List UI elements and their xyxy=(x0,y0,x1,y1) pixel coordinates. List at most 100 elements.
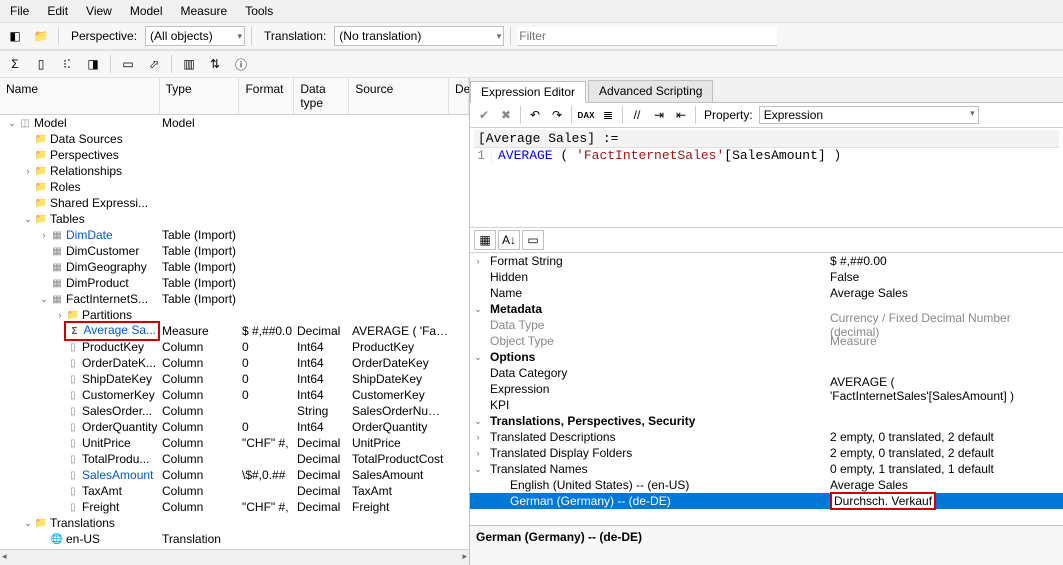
folder2-icon[interactable]: ▭ xyxy=(117,53,139,75)
header-source[interactable]: Source xyxy=(349,78,449,114)
undo-icon[interactable]: ↶ xyxy=(525,105,545,125)
prop-row[interactable]: ›Translated Display Folders2 empty, 0 tr… xyxy=(470,445,1063,461)
alphabetical-icon[interactable]: A↓ xyxy=(498,230,520,250)
prop-row[interactable]: ⌄Translated Names0 empty, 1 translated, … xyxy=(470,461,1063,477)
perspective-dropdown[interactable]: (All objects) xyxy=(145,26,245,46)
tree-row[interactable]: ⌄▦FactInternetS...Table (Import) xyxy=(0,291,469,307)
tree-row[interactable]: ▦DimProductTable (Import) xyxy=(0,275,469,291)
menu-view[interactable]: View xyxy=(86,4,112,18)
tree-row[interactable]: 📁Perspectives xyxy=(0,147,469,163)
tree-row[interactable]: ›▦DimDateTable (Import) xyxy=(0,227,469,243)
filter-input[interactable] xyxy=(517,27,777,46)
expander-icon[interactable]: › xyxy=(54,310,66,320)
outdent-icon[interactable]: ⇤ xyxy=(671,105,691,125)
cube-icon[interactable]: ◧ xyxy=(4,25,26,47)
prop-row[interactable]: ›Format String$ #,##0.00 xyxy=(470,253,1063,269)
header-datatype[interactable]: Data type xyxy=(294,78,349,114)
accept-icon[interactable]: ✔ xyxy=(474,105,494,125)
tree-row[interactable]: ▯OrderQuantityColumn0Int64OrderQuantity xyxy=(0,419,469,435)
prop-value[interactable]: Durchsch. Verkauf xyxy=(826,492,1063,510)
prop-expander-icon[interactable]: › xyxy=(470,256,486,266)
menu-tools[interactable]: Tools xyxy=(245,4,273,18)
tree-row[interactable]: ⌄📁Translations xyxy=(0,515,469,531)
dax-icon[interactable]: DAX xyxy=(576,105,596,125)
prop-row[interactable]: ExpressionAVERAGE ( 'FactInternetSales'[… xyxy=(470,381,1063,397)
expander-icon[interactable]: › xyxy=(38,230,50,240)
tree-row[interactable]: 📁Shared Expressi... xyxy=(0,195,469,211)
tree-row[interactable]: ▯ProductKeyColumn0Int64ProductKey xyxy=(0,339,469,355)
hierarchy-icon[interactable]: ⁝⁚ xyxy=(56,53,78,75)
cube2-icon[interactable]: ◨ xyxy=(82,53,104,75)
sort-icon[interactable]: ⇅ xyxy=(204,53,226,75)
code-editor[interactable]: [Average Sales] := 1 AVERAGE ( 'FactInte… xyxy=(470,128,1063,228)
header-format[interactable]: Format xyxy=(239,78,294,114)
prop-category[interactable]: ⌄Translations, Perspectives, Security xyxy=(470,413,1063,429)
prop-row[interactable]: Data TypeCurrency / Fixed Decimal Number… xyxy=(470,317,1063,333)
tree-row[interactable]: ▯FreightColumn"CHF" #,DecimalFreight xyxy=(0,499,469,515)
prop-row[interactable]: German (Germany) -- (de-DE)Durchsch. Ver… xyxy=(470,493,1063,509)
redo-icon[interactable]: ↷ xyxy=(547,105,567,125)
sigma-icon[interactable]: Σ xyxy=(4,53,26,75)
tree-body[interactable]: ⌄◫ModelModel📁Data Sources📁Perspectives›📁… xyxy=(0,115,469,549)
prop-value-editbox[interactable]: Durchsch. Verkauf xyxy=(830,492,936,510)
horizontal-scrollbar[interactable] xyxy=(0,549,469,565)
tree-row[interactable]: ▦DimCustomerTable (Import) xyxy=(0,243,469,259)
menu-measure[interactable]: Measure xyxy=(181,4,228,18)
menu-file[interactable]: File xyxy=(10,4,29,18)
tree-row[interactable]: 📁Data Sources xyxy=(0,131,469,147)
property-dropdown[interactable]: Expression xyxy=(759,106,979,124)
tree-row[interactable]: ▯TaxAmtColumnDecimalTaxAmt xyxy=(0,483,469,499)
cancel-icon[interactable]: ✖ xyxy=(496,105,516,125)
categorized-icon[interactable]: ▦ xyxy=(474,230,496,250)
expander-icon[interactable]: ⌄ xyxy=(22,214,34,225)
tree-row[interactable]: ⌄◫ModelModel xyxy=(0,115,469,131)
tree-row[interactable]: ΣAverage Sa...Measure$ #,##0.0DecimalAVE… xyxy=(0,323,469,339)
comment-icon[interactable]: // xyxy=(627,105,647,125)
tree-row[interactable]: ⌄📁Tables xyxy=(0,211,469,227)
menu-model[interactable]: Model xyxy=(130,4,163,18)
tree-row[interactable]: ▯OrderDateK...Column0Int64OrderDateKey xyxy=(0,355,469,371)
prop-expander-icon[interactable]: ⌄ xyxy=(470,464,486,475)
prop-row[interactable]: English (United States) -- (en-US)Averag… xyxy=(470,477,1063,493)
prop-expander-icon[interactable]: › xyxy=(470,432,486,442)
tree-row[interactable]: ▯TotalProdu...ColumnDecimalTotalProductC… xyxy=(0,451,469,467)
prop-row[interactable]: ›Translated Descriptions2 empty, 0 trans… xyxy=(470,429,1063,445)
prop-row[interactable]: NameAverage Sales xyxy=(470,285,1063,301)
prop-expander-icon[interactable]: › xyxy=(470,448,486,458)
north-icon[interactable]: ⬀ xyxy=(143,53,165,75)
tree-row[interactable]: ▦DimGeographyTable (Import) xyxy=(0,259,469,275)
tree-row[interactable]: ▯CustomerKeyColumn0Int64CustomerKey xyxy=(0,387,469,403)
prop-row[interactable]: Object TypeMeasure xyxy=(470,333,1063,349)
tree-row[interactable]: ▯SalesAmountColumn\$#,0.##DecimalSalesAm… xyxy=(0,467,469,483)
prop-category[interactable]: ⌄Options xyxy=(470,349,1063,365)
prop-expander-icon[interactable]: ⌄ xyxy=(470,352,486,363)
expander-icon[interactable]: › xyxy=(22,166,34,176)
header-name[interactable]: Name xyxy=(0,78,160,114)
expander-icon[interactable]: ⌄ xyxy=(6,118,18,129)
tree-row[interactable]: ▯ShipDateKeyColumn0Int64ShipDateKey xyxy=(0,371,469,387)
info-icon[interactable]: ⓘ xyxy=(230,53,252,75)
expander-icon[interactable]: ⌄ xyxy=(38,294,50,305)
menu-edit[interactable]: Edit xyxy=(47,4,68,18)
tree-row[interactable]: 📁Roles xyxy=(0,179,469,195)
expander-icon[interactable]: ⌄ xyxy=(22,518,34,529)
tree-row[interactable]: 🌐en-USTranslation xyxy=(0,531,469,547)
format-icon[interactable]: ≣ xyxy=(598,105,618,125)
tree-row[interactable]: ▯SalesOrder...ColumnStringSalesOrderNumb… xyxy=(0,403,469,419)
property-grid[interactable]: ›Format String$ #,##0.00HiddenFalseNameA… xyxy=(470,253,1063,525)
cols-icon[interactable]: ▥ xyxy=(178,53,200,75)
prop-expander-icon[interactable]: ⌄ xyxy=(470,304,486,315)
tree-row[interactable]: ▯UnitPriceColumn"CHF" #,DecimalUnitPrice xyxy=(0,435,469,451)
open-icon[interactable]: 📁 xyxy=(30,25,52,47)
propgrid-extra-icon[interactable]: ▭ xyxy=(522,230,544,250)
header-de[interactable]: De xyxy=(449,78,469,114)
tab-expression-editor[interactable]: Expression Editor xyxy=(470,81,586,103)
prop-expander-icon[interactable]: ⌄ xyxy=(470,416,486,427)
column-icon[interactable]: ▯ xyxy=(30,53,52,75)
translation-dropdown[interactable]: (No translation) xyxy=(334,26,504,46)
tab-advanced-scripting[interactable]: Advanced Scripting xyxy=(588,80,713,102)
tree-row[interactable]: ›📁Relationships xyxy=(0,163,469,179)
header-type[interactable]: Type xyxy=(160,78,240,114)
indent-icon[interactable]: ⇥ xyxy=(649,105,669,125)
prop-row[interactable]: HiddenFalse xyxy=(470,269,1063,285)
